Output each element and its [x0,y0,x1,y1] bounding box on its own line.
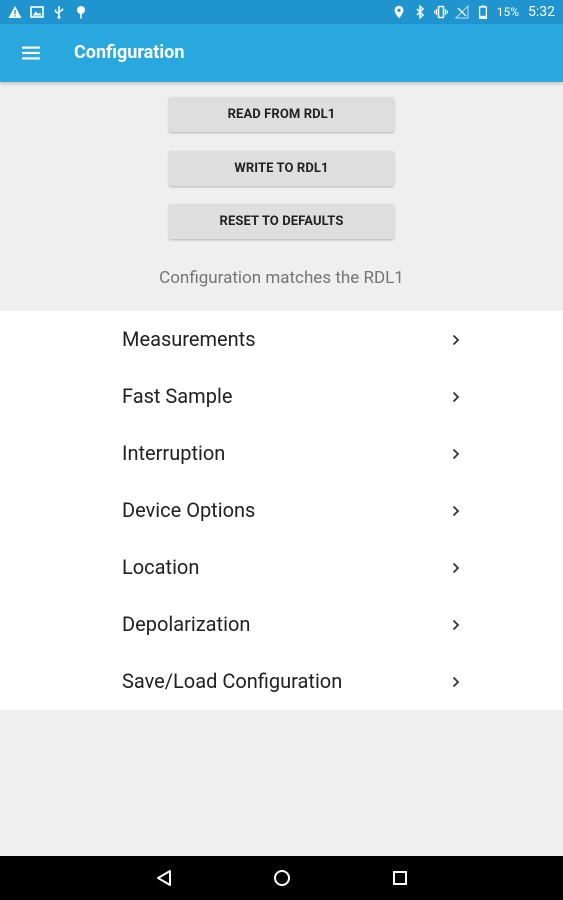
hamburger-menu-button[interactable] [22,41,56,65]
app-bar: Configuration [0,24,563,82]
configuration-status-text: Configuration matches the RDL1 [159,268,404,288]
chevron-right-icon [452,334,460,346]
usb-icon [54,6,64,19]
chevron-right-icon [452,448,460,460]
status-bar-system: 15% 5:32 [392,0,555,24]
no-signal-icon [454,5,469,19]
battery-icon [478,5,487,19]
system-navigation-bar [0,856,563,900]
status-bar: 15% 5:32 [0,0,563,24]
photo-icon [30,6,44,18]
recents-icon[interactable] [386,864,414,892]
write-to-rdl1-button[interactable]: WRITE TO RDL1 [169,151,394,186]
vibrate-icon [433,5,448,19]
menu-item-label: Measurements [122,327,256,351]
bluetooth-icon [416,5,424,19]
status-bar-notifications [8,0,88,24]
page-title: Configuration [74,42,185,63]
menu-item-label: Device Options [122,498,256,522]
menu-item-label: Interruption [122,441,226,465]
menu-item-device-options[interactable]: Device Options [0,482,563,539]
menu-item-save-load-configuration[interactable]: Save/Load Configuration [0,653,563,710]
hamburger-menu-icon [22,46,40,60]
menu-item-label: Location [122,555,200,579]
back-icon[interactable] [150,864,178,892]
menu-item-depolarization[interactable]: Depolarization [0,596,563,653]
location-icon [394,5,404,19]
reset-to-defaults-button[interactable]: RESET TO DEFAULTS [169,204,394,239]
read-from-rdl1-button[interactable]: READ FROM RDL1 [169,97,394,132]
menu-item-label: Fast Sample [122,384,233,408]
chevron-right-icon [452,505,460,517]
menu-item-label: Depolarization [122,612,251,636]
warning-icon [8,6,22,18]
menu-item-measurements[interactable]: Measurements [0,311,563,368]
chevron-right-icon [452,391,460,403]
configuration-menu-list: Measurements Fast Sample Interruption De… [0,311,563,710]
home-icon[interactable] [268,864,296,892]
chevron-right-icon [452,619,460,631]
chevron-right-icon [452,676,460,688]
menu-item-fast-sample[interactable]: Fast Sample [0,368,563,425]
menu-item-interruption[interactable]: Interruption [0,425,563,482]
clock: 5:32 [528,4,555,20]
battery-percent: 15% [496,5,519,19]
menu-item-location[interactable]: Location [0,539,563,596]
pin-icon [77,6,85,19]
chevron-right-icon [452,562,460,574]
menu-item-label: Save/Load Configuration [122,669,343,693]
